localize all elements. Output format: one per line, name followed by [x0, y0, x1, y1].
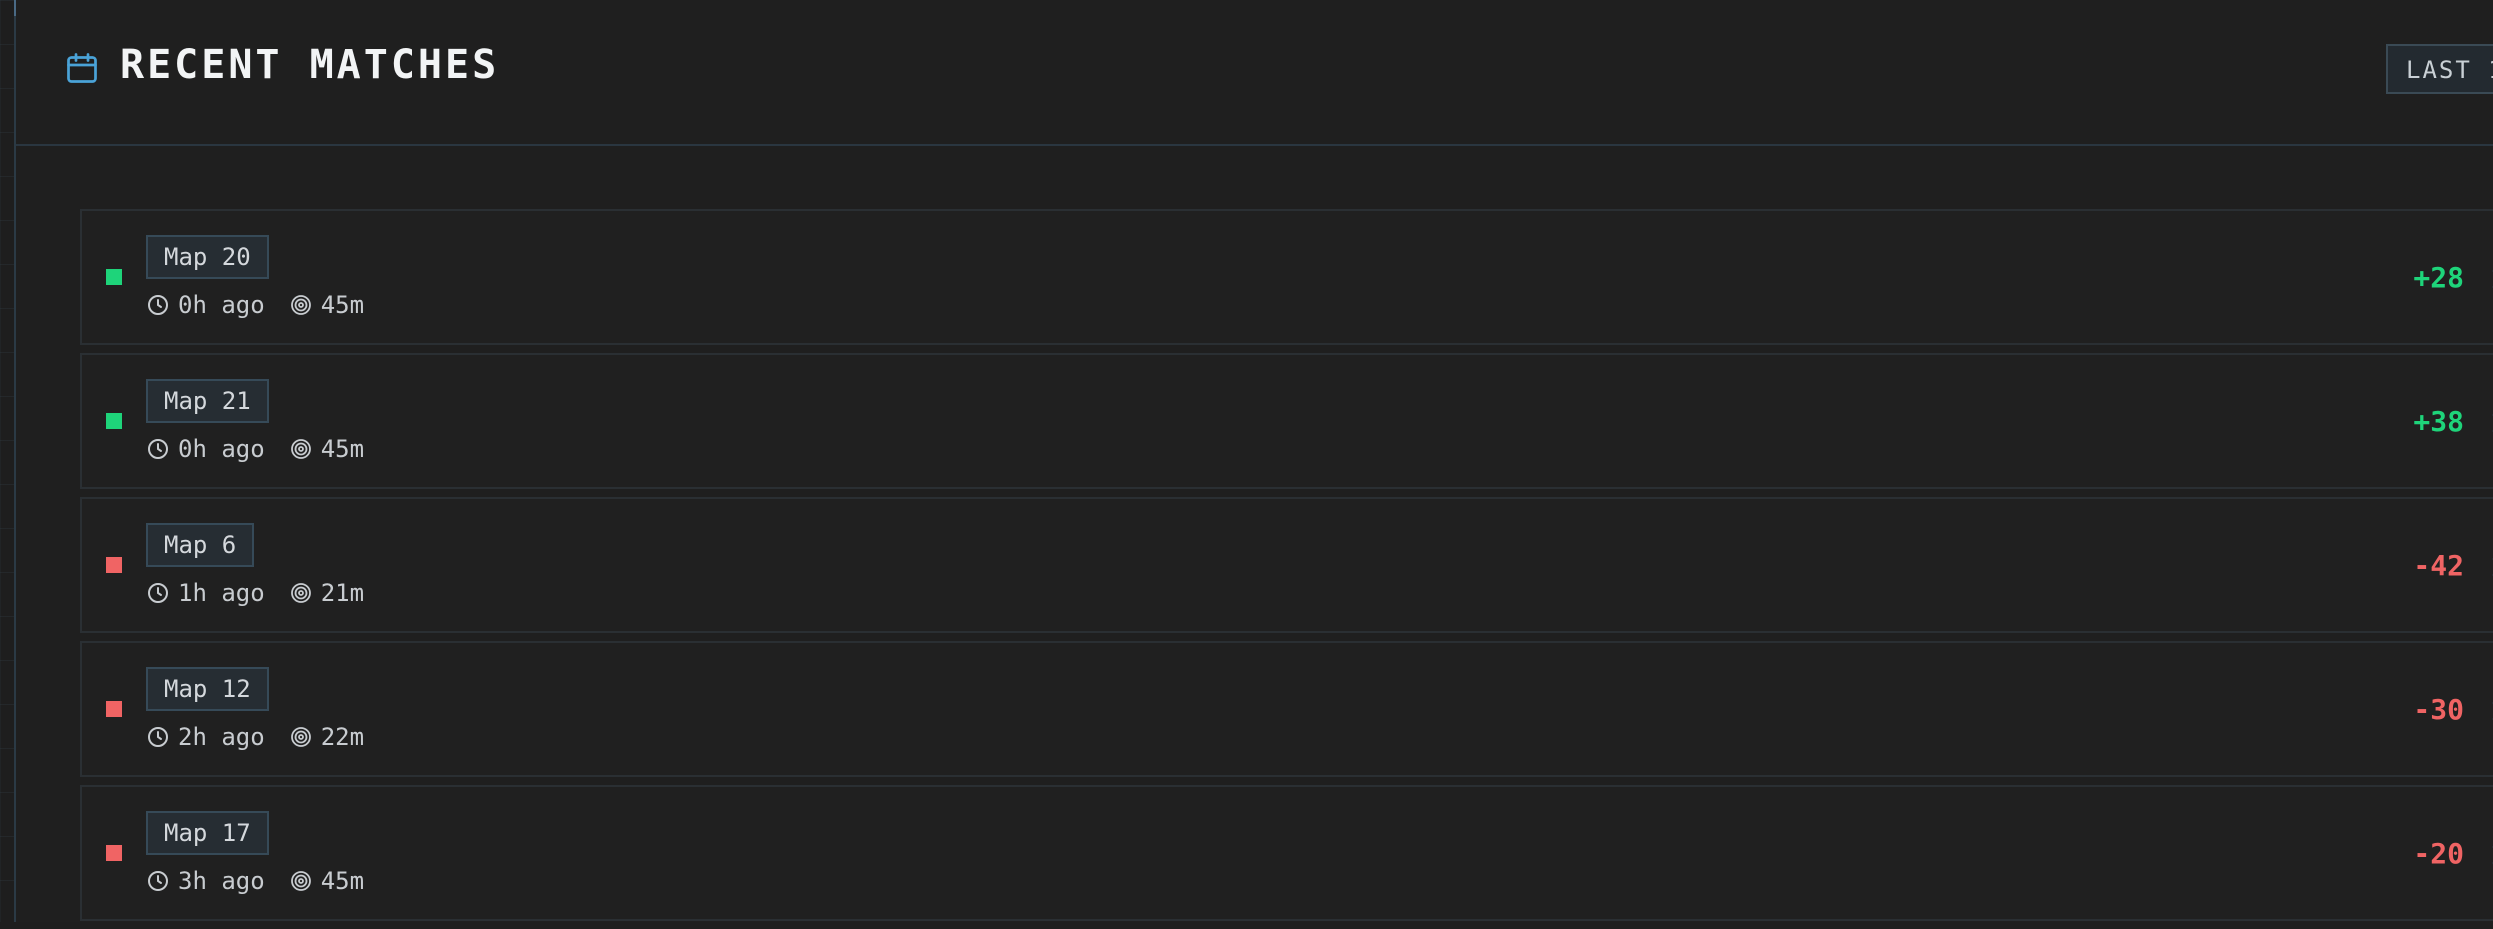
map-tag: Map 17: [146, 811, 269, 855]
rating-delta: -42: [2372, 549, 2464, 582]
rating-delta: +38: [2372, 405, 2464, 438]
match-duration: 45m: [321, 435, 364, 463]
clock-icon: [146, 581, 170, 605]
range-filter-button[interactable]: LAST 10: [2386, 44, 2493, 94]
result-indicator: [106, 413, 122, 429]
chevron-right-icon[interactable]: [2486, 409, 2493, 437]
match-meta: 2h ago 22m: [146, 721, 364, 753]
match-list: Map 20 0h ago 45m +28 Map 21: [80, 209, 2493, 929]
result-indicator: [106, 845, 122, 861]
match-row[interactable]: Map 20 0h ago 45m +28: [80, 209, 2493, 345]
match-meta: 3h ago 45m: [146, 865, 364, 897]
match-row[interactable]: Map 6 1h ago 21m -42: [80, 497, 2493, 633]
calendar-icon: [64, 50, 100, 86]
match-meta: 0h ago 45m: [146, 433, 364, 465]
map-tag: Map 12: [146, 667, 269, 711]
target-icon: [289, 293, 313, 317]
result-indicator: [106, 557, 122, 573]
target-icon: [289, 437, 313, 461]
rating-delta: -20: [2372, 837, 2464, 870]
target-icon: [289, 581, 313, 605]
target-icon: [289, 869, 313, 893]
result-indicator: [106, 269, 122, 285]
clock-icon: [146, 293, 170, 317]
match-row[interactable]: Map 17 3h ago 45m -20: [80, 785, 2493, 921]
recent-matches-panel: RECENT MATCHES LAST 10 Map 20 0h ago 45m…: [16, 0, 2493, 922]
map-tag: Map 21: [146, 379, 269, 423]
result-indicator: [106, 701, 122, 717]
match-meta: 1h ago 21m: [146, 577, 364, 609]
match-meta: 0h ago 45m: [146, 289, 364, 321]
map-tag: Map 6: [146, 523, 254, 567]
match-row[interactable]: Map 21 0h ago 45m +38: [80, 353, 2493, 489]
left-rail: [0, 0, 16, 922]
rating-delta: -30: [2372, 693, 2464, 726]
time-ago: 0h ago: [178, 435, 265, 463]
target-icon: [289, 725, 313, 749]
match-row[interactable]: Map 12 2h ago 22m -30: [80, 641, 2493, 777]
time-ago: 1h ago: [178, 579, 265, 607]
panel-header: RECENT MATCHES LAST 10: [16, 0, 2493, 146]
clock-icon: [146, 869, 170, 893]
map-tag: Map 20: [146, 235, 269, 279]
match-duration: 21m: [321, 579, 364, 607]
time-ago: 2h ago: [178, 723, 265, 751]
chevron-right-icon[interactable]: [2486, 553, 2493, 581]
match-duration: 45m: [321, 291, 364, 319]
clock-icon: [146, 437, 170, 461]
match-duration: 22m: [321, 723, 364, 751]
time-ago: 3h ago: [178, 867, 265, 895]
chevron-right-icon[interactable]: [2486, 697, 2493, 725]
page-title: RECENT MATCHES: [120, 42, 499, 88]
chevron-right-icon[interactable]: [2486, 841, 2493, 869]
clock-icon: [146, 725, 170, 749]
rating-delta: +28: [2372, 261, 2464, 294]
time-ago: 0h ago: [178, 291, 265, 319]
chevron-right-icon[interactable]: [2486, 265, 2493, 293]
match-duration: 45m: [321, 867, 364, 895]
